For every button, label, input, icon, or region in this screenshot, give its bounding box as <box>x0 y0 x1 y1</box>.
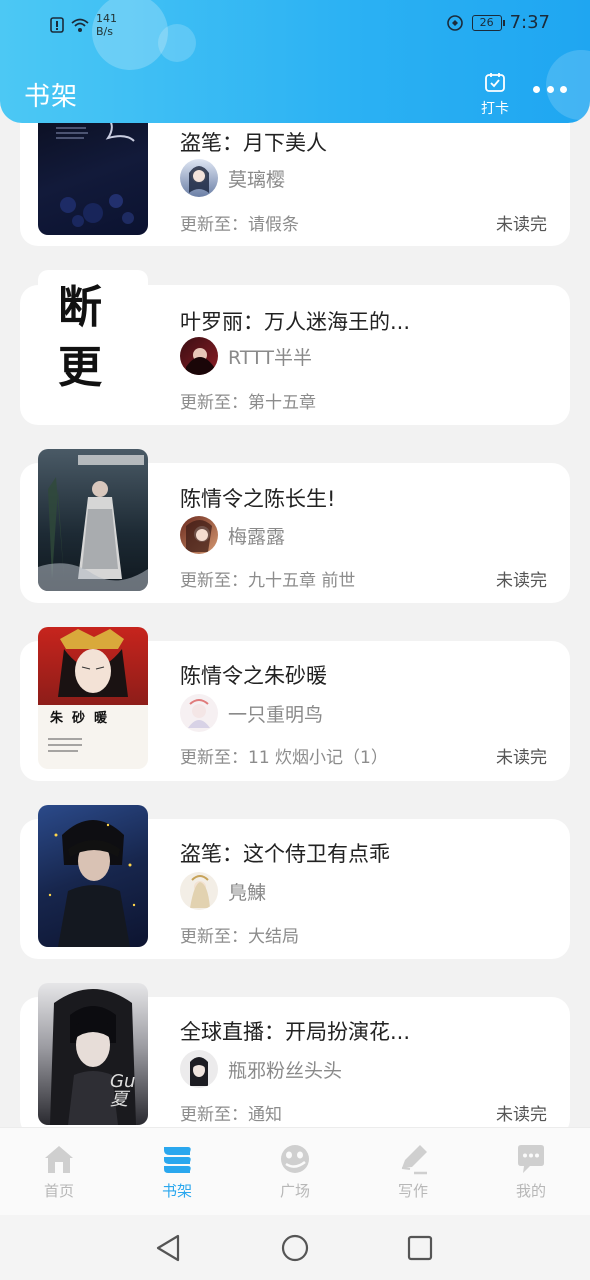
update-info: 更新至：九十五章 前世 <box>180 571 356 591</box>
author-row[interactable]: 瓶邪粉丝头头 <box>180 1050 342 1088</box>
nav-label: 首页 <box>43 1182 74 1200</box>
author-row[interactable]: 梅露露 <box>180 516 285 554</box>
nav-label: 广场 <box>279 1182 310 1200</box>
cover-text: 断 <box>58 282 102 333</box>
checkin-label: 打卡 <box>481 101 509 117</box>
author-name: 鳬鯟 <box>228 881 267 904</box>
book-title[interactable]: 叶罗丽：万人迷海王的... <box>180 306 410 336</box>
pencil-icon <box>401 1145 427 1175</box>
cover-art <box>38 455 148 591</box>
author-avatar <box>180 1050 218 1088</box>
book-title[interactable]: 陈情令之朱砂暖 <box>180 660 327 690</box>
cover-text: 砂 <box>72 711 95 726</box>
nav-item-plaza[interactable]: 广场 <box>236 1128 354 1215</box>
nav-label: 我的 <box>515 1182 546 1200</box>
cover-text: 暖 <box>94 711 117 726</box>
author-row[interactable]: 鳬鯟 <box>180 872 266 910</box>
author-avatar <box>180 694 218 732</box>
page-title: 书架 <box>24 82 79 112</box>
app-header: 141 B/s 26 7:37 书架 打卡 <box>0 0 590 123</box>
recent-apps-icon[interactable] <box>406 1234 434 1262</box>
author-avatar <box>180 337 218 375</box>
nav-item-write[interactable]: 写作 <box>354 1128 472 1215</box>
update-info: 更新至：大结局 <box>180 927 299 947</box>
cover-art <box>48 629 128 752</box>
plaza-icon <box>281 1145 309 1173</box>
book-cover[interactable]: Gu 夏 <box>38 983 148 1125</box>
read-status-badge: 未读完 <box>496 748 547 768</box>
book-cover[interactable] <box>38 123 148 235</box>
book-title[interactable]: 盗笔：这个侍卫有点乖 <box>180 838 390 868</box>
cover-text: 夏 <box>110 1089 128 1110</box>
author-name: RTTT半半 <box>228 346 312 369</box>
nav-item-profile[interactable]: 我的 <box>472 1128 590 1215</box>
nav-item-bookshelf[interactable]: 书架 <box>118 1128 236 1215</box>
author-row[interactable]: 莫璃樱 <box>180 159 285 197</box>
book-title[interactable]: 盗笔：月下美人 <box>180 127 327 157</box>
chat-bubble-icon <box>518 1145 544 1173</box>
author-name: 一只重明鸟 <box>228 703 324 726</box>
author-name: 梅露露 <box>228 525 286 548</box>
update-info: 更新至：请假条 <box>180 215 299 235</box>
update-info: 更新至：第十五章 <box>180 393 316 413</box>
book-cover[interactable]: 断 更 <box>38 270 148 412</box>
nav-item-home[interactable]: 首页 <box>0 1128 118 1215</box>
network-speed-unit: B/s <box>96 25 113 38</box>
update-info: 更新至：11 炊烟小记（1） <box>180 748 388 768</box>
nav-label: 写作 <box>397 1182 428 1200</box>
author-avatar <box>180 516 218 554</box>
alert-icon <box>50 17 64 33</box>
book-cover[interactable]: 朱砂暖 <box>38 627 148 769</box>
author-name: 莫璃樱 <box>228 168 286 191</box>
status-bar: 141 B/s 26 7:37 <box>0 10 590 40</box>
book-cover[interactable] <box>38 805 148 947</box>
bookshelf-icon <box>164 1147 191 1173</box>
read-status-badge: 未读完 <box>496 571 547 591</box>
cover-art <box>48 820 136 947</box>
battery-indicator: 26 <box>471 14 505 31</box>
decor-bubble <box>546 50 590 120</box>
wifi-icon <box>71 18 89 32</box>
bookshelf-list: 盗笔：月下美人 莫璃樱 更新至：请假条 未读完 断 更 叶罗丽：万人迷海王的..… <box>0 123 590 1127</box>
book-title[interactable]: 全球直播：开局扮演花... <box>180 1016 410 1046</box>
author-avatar <box>180 159 218 197</box>
checkin-button[interactable]: 打卡 <box>476 72 514 118</box>
clock-time: 7:37 <box>509 12 550 33</box>
cover-text: 更 <box>58 342 102 393</box>
back-icon[interactable] <box>154 1233 182 1263</box>
network-speed: 141 B/s <box>96 12 117 38</box>
author-row[interactable]: 一只重明鸟 <box>180 694 323 732</box>
bottom-navigation: 首页 书架 广场 写作 我的 <box>0 1127 590 1215</box>
system-navigation-bar <box>0 1215 590 1280</box>
vibrate-mode-icon <box>446 14 463 31</box>
read-status-badge: 未读完 <box>496 215 547 235</box>
home-circle-icon[interactable] <box>280 1233 310 1263</box>
home-icon <box>45 1146 73 1173</box>
author-avatar <box>180 872 218 910</box>
author-name: 瓶邪粉丝头头 <box>228 1059 343 1082</box>
network-speed-value: 141 <box>96 12 117 25</box>
cover-art <box>56 123 135 227</box>
author-row[interactable]: RTTT半半 <box>180 337 312 375</box>
nav-label: 书架 <box>161 1182 192 1200</box>
cover-text: 朱 <box>50 711 73 726</box>
read-status-badge: 未读完 <box>496 1105 547 1125</box>
more-options-icon[interactable] <box>533 86 567 96</box>
book-title[interactable]: 陈情令之陈长生! <box>180 483 335 513</box>
update-info: 更新至：通知 <box>180 1105 282 1125</box>
book-cover[interactable] <box>38 449 148 591</box>
calendar-check-icon <box>485 73 505 92</box>
